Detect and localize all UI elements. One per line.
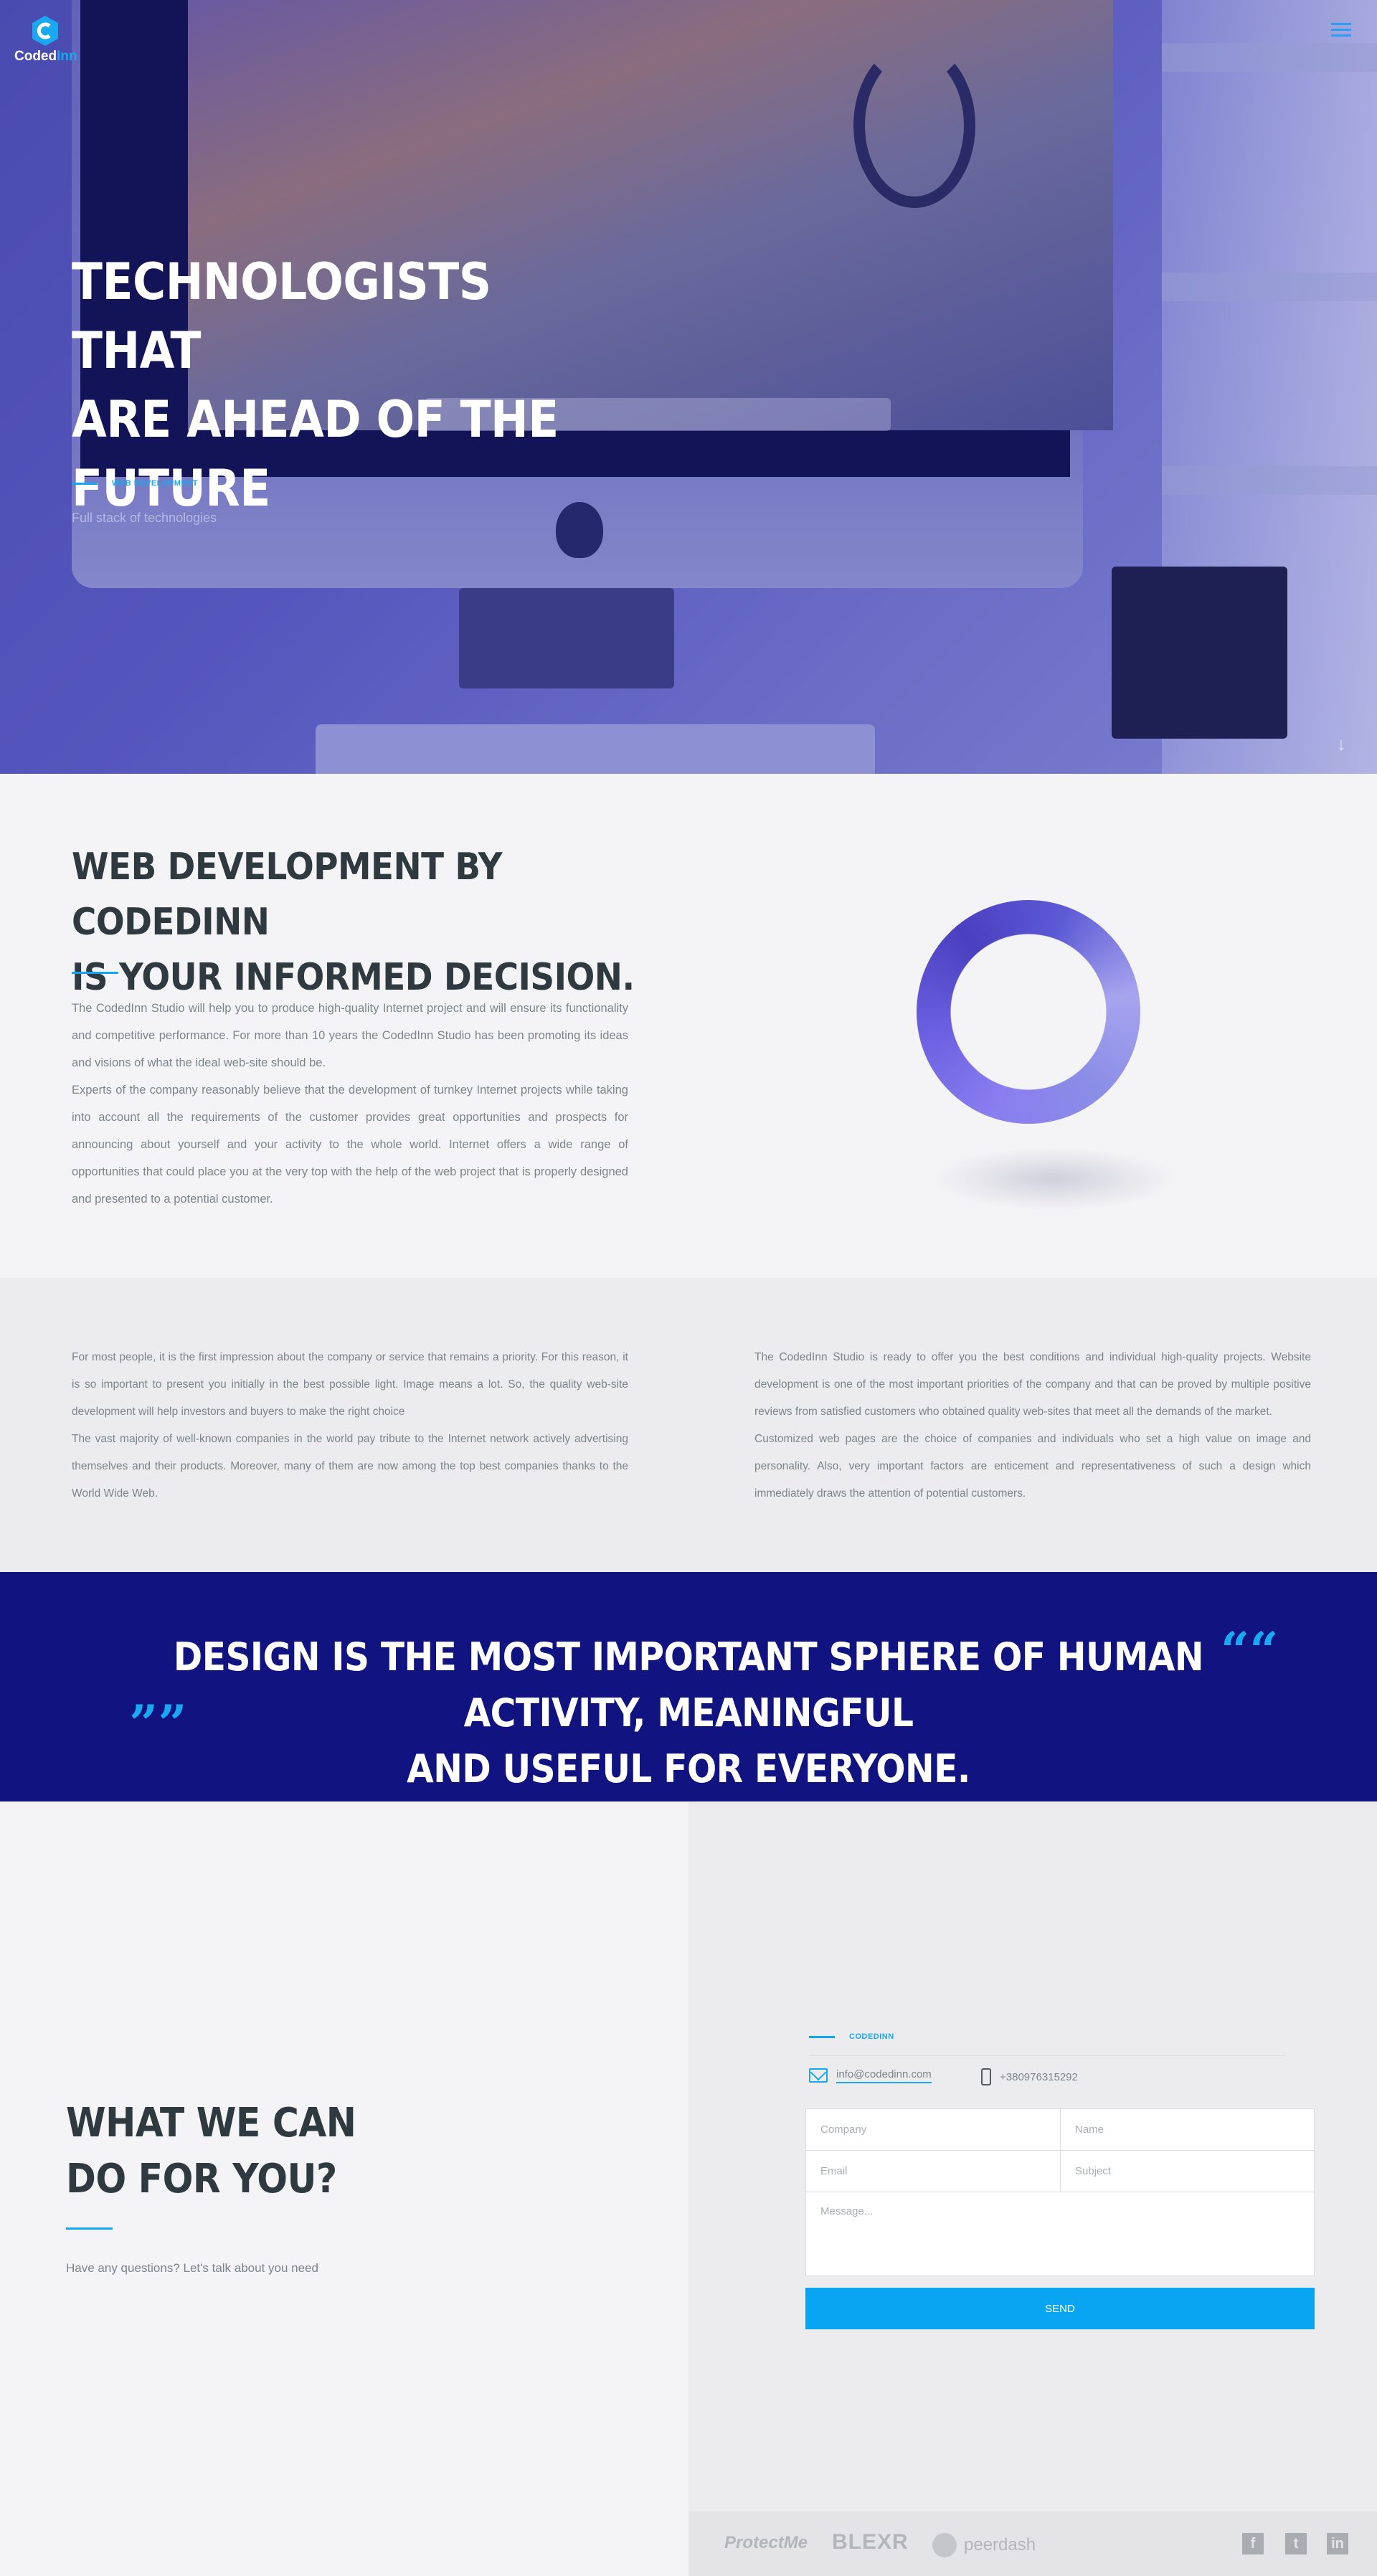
- contact-tag: CODEDINN: [809, 2032, 894, 2041]
- about-divider: [72, 972, 118, 974]
- name-input[interactable]: [1075, 2109, 1300, 2150]
- quote-open-icon: ““: [1221, 1621, 1279, 1680]
- hero-background-headphones: [853, 43, 975, 208]
- footer: ProtectMe BLEXR peerdash f t in: [688, 2511, 1377, 2576]
- logo-hex-icon: [32, 16, 58, 46]
- partner-logo-peerdash[interactable]: peerdash: [932, 2533, 1036, 2557]
- contact-form-panel: CODEDINN info@codedinn.com +380976315292…: [688, 1801, 1377, 2511]
- arrow-down-icon[interactable]: ↓: [1331, 733, 1351, 754]
- partner-logo-blexr[interactable]: BLEXR: [832, 2530, 909, 2554]
- ring-shadow: [932, 1147, 1176, 1211]
- about-title: WEB DEVELOPMENT BY CODEDINN IS YOUR INFO…: [72, 846, 635, 999]
- contact-form: [805, 2108, 1315, 2276]
- contact-email-link[interactable]: info@codedinn.com: [809, 2065, 932, 2085]
- about-text: The CodedInn Studio will help you to pro…: [72, 1002, 628, 1206]
- info-column-right: The CodedInn Studio is ready to offer yo…: [754, 1351, 1311, 1500]
- contact-title: WHAT WE CAN DO FOR YOU?: [66, 2100, 356, 2202]
- hero-background-keyboard: [316, 724, 875, 774]
- about-section: WEB DEVELOPMENT BY CODEDINN IS YOUR INFO…: [0, 774, 1377, 1278]
- subject-input[interactable]: [1075, 2151, 1300, 2192]
- quote-text: DESIGN IS THE MOST IMPORTANT SPHERE OF H…: [173, 1634, 1204, 1791]
- twitter-icon[interactable]: t: [1285, 2533, 1307, 2554]
- send-button[interactable]: SEND: [805, 2288, 1315, 2329]
- quote-close-icon: ””: [129, 1694, 187, 1753]
- contact-subtitle: Have any questions? Let's talk about you…: [66, 2261, 318, 2275]
- contact-intro: WHAT WE CAN DO FOR YOU? Have any questio…: [0, 1801, 688, 2576]
- contact-divider: [66, 2227, 113, 2230]
- facebook-icon[interactable]: f: [1242, 2533, 1264, 2554]
- peerdash-icon: [932, 2533, 957, 2557]
- partner-logo-protectme[interactable]: ProtectMe: [724, 2533, 808, 2553]
- email-input[interactable]: [820, 2151, 1046, 2192]
- ring-graphic: [917, 900, 1140, 1124]
- logo-text: CodedInn: [14, 49, 77, 64]
- hero-section: CodedInn TECHNOLOGISTS THAT ARE AHEAD OF…: [0, 0, 1377, 774]
- phone-icon: [981, 2068, 991, 2085]
- linkedin-icon[interactable]: in: [1327, 2533, 1348, 2554]
- hero-subtitle: Full stack of technologies: [72, 511, 217, 525]
- hero-background-stand: [459, 588, 674, 688]
- contact-tag-divider: [809, 2055, 1286, 2056]
- envelope-icon: [809, 2068, 828, 2083]
- site-logo[interactable]: CodedInn: [14, 14, 79, 65]
- info-columns-section: For most people, it is the first impress…: [0, 1278, 1377, 1572]
- hero-background-pen-cup: [1112, 567, 1287, 739]
- info-column-left: For most people, it is the first impress…: [72, 1351, 628, 1500]
- contact-phone-link[interactable]: +380976315292: [981, 2067, 1078, 2087]
- hero-tag: WEB DEVELOPMENT: [72, 476, 198, 491]
- message-input[interactable]: [820, 2205, 1300, 2263]
- company-input[interactable]: [820, 2109, 1046, 2150]
- quote-section: DESIGN IS THE MOST IMPORTANT SPHERE OF H…: [0, 1572, 1377, 1801]
- menu-icon[interactable]: [1331, 23, 1351, 37]
